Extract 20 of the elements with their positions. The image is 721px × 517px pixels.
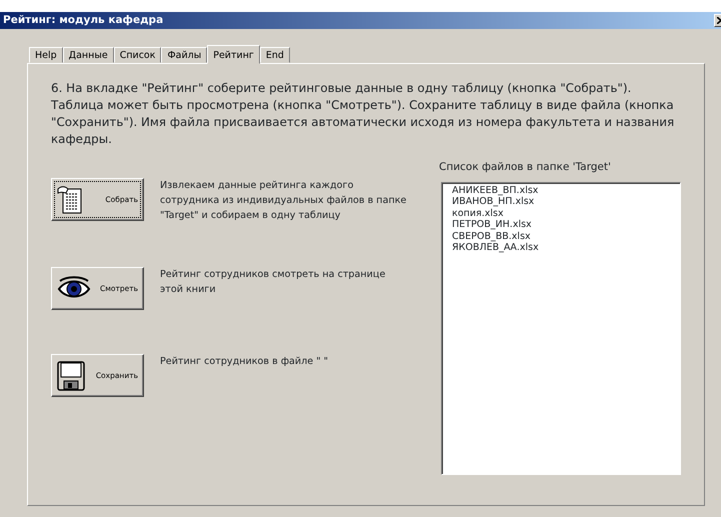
tab[interactable]: Рейтинг: [207, 45, 260, 64]
file-list-item[interactable]: ИВАНОВ_НП.xlsx: [452, 196, 670, 208]
file-list-item[interactable]: копия.xlsx: [452, 208, 670, 220]
action-description: Извлекаем данные рейтинга каждого сотрудника из индивидуальных файлов в папке "Target" и собираем в одну таблицу: [160, 179, 408, 223]
tab[interactable]: Help: [29, 47, 63, 63]
action-description: Рейтинг сотрудников в файле " ": [160, 355, 330, 369]
tab[interactable]: Данные: [62, 47, 114, 63]
window-title: Рейтинг: модуль кафедра: [2, 12, 164, 28]
instructions-text: 6. На вкладке "Рейтинг" соберите рейтинговые данные в одну таблицу (кнопка "Собрать"). Таблица может быть просмотрена (кнопка "Смотреть"). Сохраните таблицу в виде файла (кнопка "Сохранить"). Имя файла присваивается автоматически исходя из номера факультета и названия кафедры.: [51, 80, 676, 148]
tab[interactable]: End: [260, 47, 290, 63]
file-list-item[interactable]: ПЕТРОВ_ИН.xlsx: [452, 219, 670, 231]
file-list-label: Список файлов в папке 'Target': [439, 160, 612, 175]
file-listbox[interactable]: АНИКЕЕВ_ВП.xlsx ИВАНОВ_НП.xlsx копия.xlsx ПЕТРОВ_ИН.xlsx СВЕРОВ_ВВ.xlsx ЯКОВЛЕВ_АА.xlsx: [441, 182, 681, 475]
file-list-item[interactable]: СВЕРОВ_ВВ.xlsx: [452, 230, 670, 242]
tab[interactable]: Файлы: [161, 47, 208, 63]
file-list-item[interactable]: АНИКЕЕВ_ВП.xlsx: [452, 184, 670, 196]
tab[interactable]: Список: [114, 47, 162, 63]
action-description: Рейтинг сотрудников смотреть на странице этой книги: [160, 268, 386, 297]
file-list-item[interactable]: ЯКОВЛЕВ_АА.xlsx: [452, 242, 670, 254]
document-hand-icon: [57, 184, 83, 214]
